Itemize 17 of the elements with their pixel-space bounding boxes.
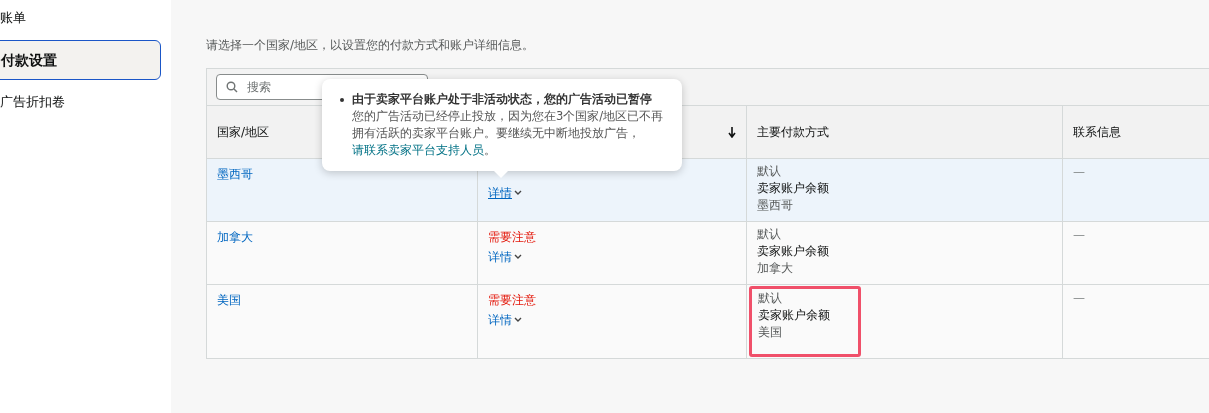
payment-method: 卖家账户余额: [758, 307, 831, 324]
payment-country: 墨西哥: [757, 197, 794, 214]
tooltip-title: 由于卖家平台账户处于非活动状态，您的广告活动已暂停: [352, 91, 652, 108]
status-text: 需要注意: [488, 292, 536, 309]
contact-text: —: [1073, 291, 1085, 305]
default-label: 默认: [757, 226, 782, 243]
payment-method: 卖家账户余额: [757, 243, 830, 260]
default-label: 默认: [757, 163, 782, 180]
default-label: 默认: [758, 290, 783, 307]
tooltip-message: 您的广告活动已经停止投放，因为您在3个国家/地区已不再拥有活跃的卖家平台账户。要继续无中断地投放广告， 请联系卖家平台支持人员。: [352, 108, 664, 159]
contact-text: —: [1073, 165, 1085, 179]
payment-country: 美国: [758, 324, 783, 341]
description-text: 请选择一个国家/地区，以设置您的付款方式和账户详细信息。: [206, 37, 536, 54]
status-text: 需要注意: [488, 229, 536, 246]
payment-country: 加拿大: [757, 260, 794, 277]
payment-method: 卖家账户余额: [757, 180, 830, 197]
contact-text: —: [1073, 228, 1085, 242]
